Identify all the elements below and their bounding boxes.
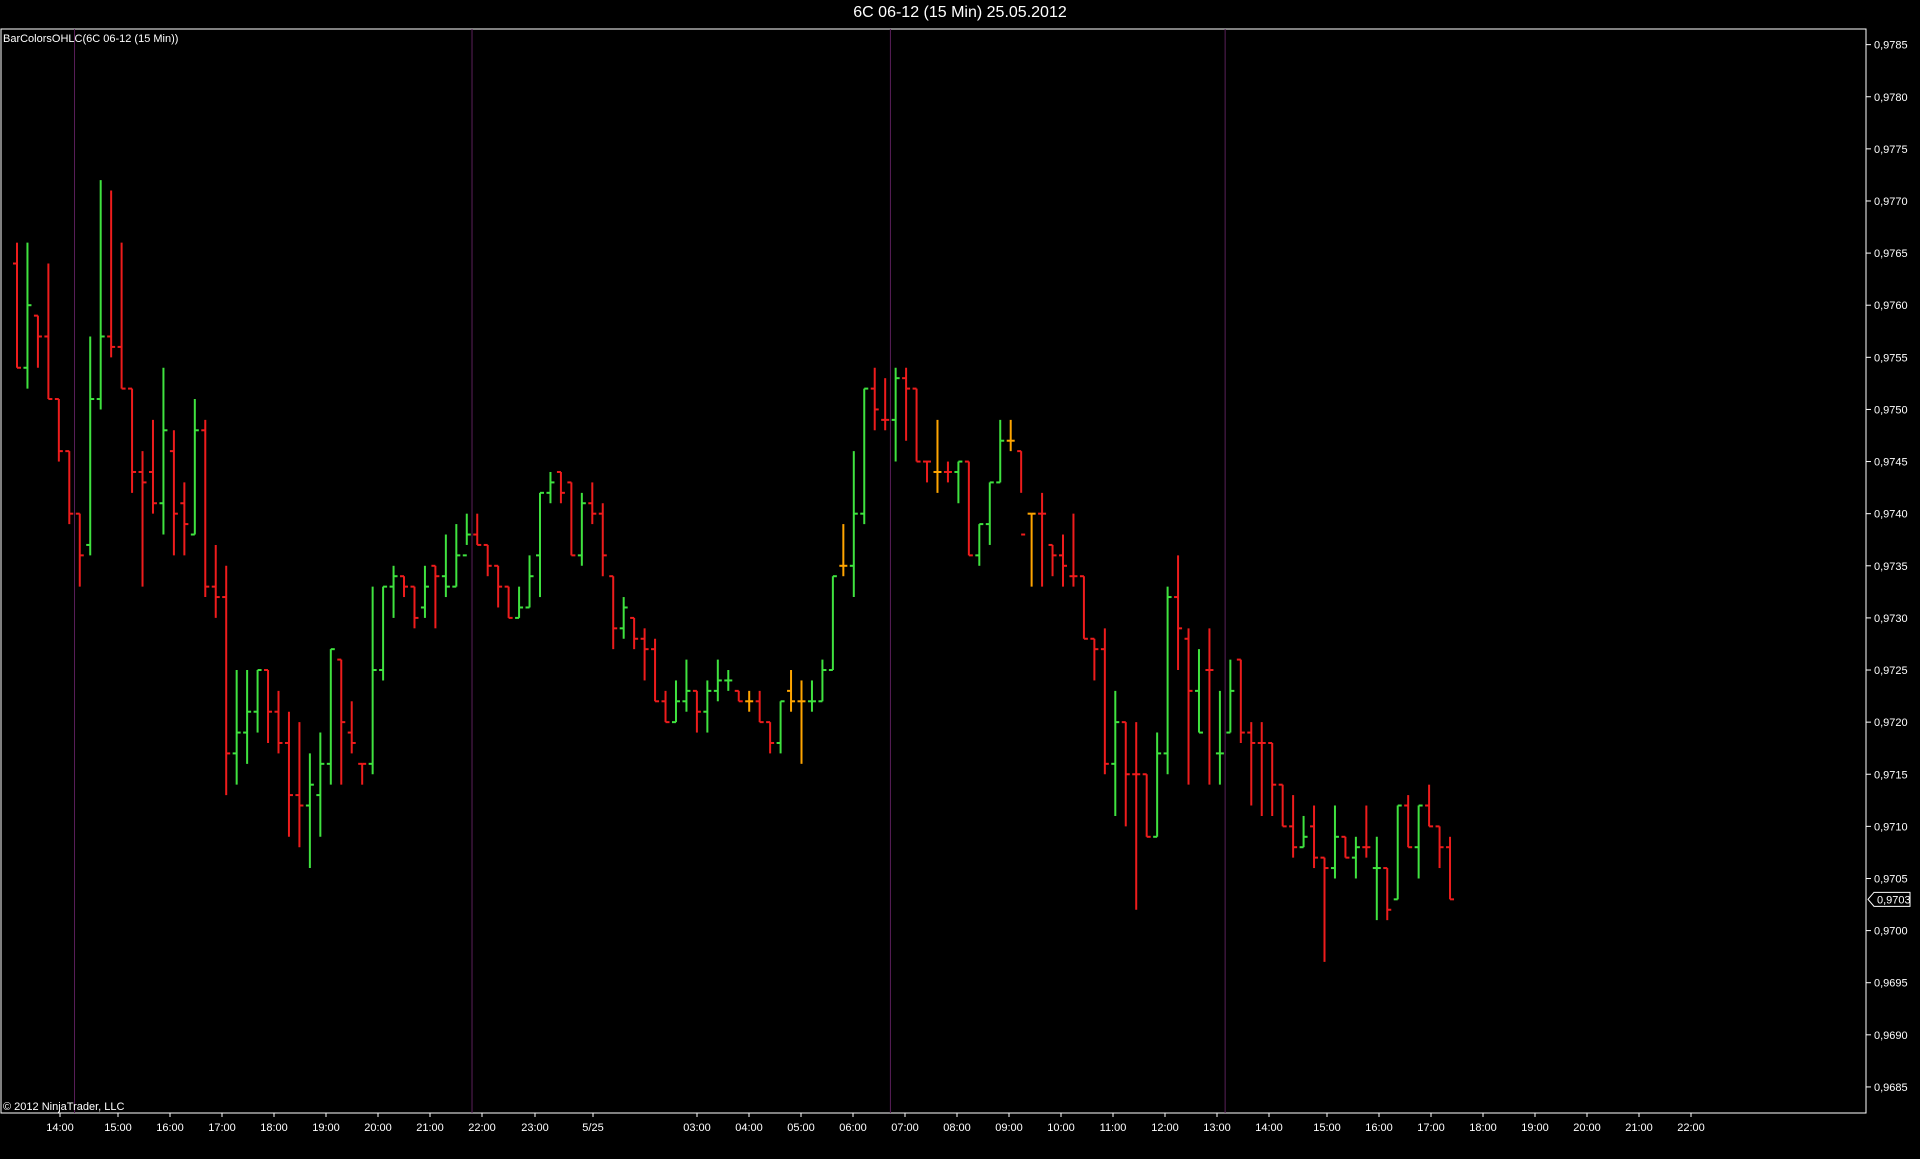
x-tick-label: 03:00 <box>683 1122 711 1134</box>
y-tick-label: 0,9690 <box>1874 1030 1908 1042</box>
x-tick-label: 11:00 <box>1100 1122 1127 1134</box>
x-tick-label: 08:00 <box>943 1122 971 1134</box>
y-tick-label: 0,9740 <box>1874 509 1908 521</box>
y-tick-label: 0,9750 <box>1874 404 1908 416</box>
y-tick-label: 0,9735 <box>1874 561 1908 573</box>
y-tick-label: 0,9700 <box>1874 926 1908 938</box>
indicator-label: BarColorsOHLC(6C 06-12 (15 Min)) <box>3 33 179 45</box>
x-tick-label: 23:00 <box>521 1122 549 1134</box>
y-tick-label: 0,9725 <box>1874 665 1908 677</box>
y-tick-label: 0,9745 <box>1874 457 1908 469</box>
y-tick-label: 0,9775 <box>1874 144 1908 156</box>
x-tick-label: 18:00 <box>1469 1122 1497 1134</box>
x-tick-label: 17:00 <box>208 1122 236 1134</box>
x-tick-label: 22:00 <box>1677 1122 1705 1134</box>
x-tick-label: 20:00 <box>1573 1122 1601 1134</box>
x-tick-label: 09:00 <box>995 1122 1023 1134</box>
y-tick-label: 0,9695 <box>1874 978 1908 990</box>
x-tick-label: 10:00 <box>1047 1122 1075 1134</box>
y-tick-label: 0,9765 <box>1874 248 1908 260</box>
x-tick-label: 21:00 <box>416 1122 444 1134</box>
x-tick-label: 05:00 <box>787 1122 815 1134</box>
x-tick-label: 12:00 <box>1151 1122 1179 1134</box>
x-tick-label: 14:00 <box>1255 1122 1283 1134</box>
ohlc-chart[interactable]: 0,9685 0,9690 0,9695 0,9700 0,9705 0,9710 0,97… <box>0 0 1920 1159</box>
y-tick-label: 0,9710 <box>1874 821 1908 833</box>
y-tick-label: 0,9720 <box>1874 717 1908 729</box>
copyright-notice: © 2012 NinjaTrader, LLC <box>3 1101 125 1113</box>
y-tick-label: 0,9770 <box>1874 196 1908 208</box>
x-tick-label: 19:00 <box>312 1122 340 1134</box>
x-tick-label: 16:00 <box>156 1122 184 1134</box>
y-tick-label: 0,9730 <box>1874 613 1908 625</box>
y-tick-label: 0,9685 <box>1874 1082 1908 1094</box>
x-tick-label: 5/25 <box>582 1122 603 1134</box>
y-tick-label: 0,9785 <box>1874 40 1908 52</box>
y-tick-label: 0,9705 <box>1874 873 1908 885</box>
y-tick-label: 0,9780 <box>1874 92 1908 104</box>
last-price-label: 0,9703 <box>1877 894 1911 906</box>
x-tick-label: 22:00 <box>468 1122 496 1134</box>
x-tick-label: 19:00 <box>1521 1122 1549 1134</box>
x-tick-label: 06:00 <box>839 1122 867 1134</box>
x-tick-label: 04:00 <box>735 1122 763 1134</box>
y-tick-label: 0,9715 <box>1874 769 1908 781</box>
x-tick-label: 20:00 <box>364 1122 392 1134</box>
x-tick-label: 14:00 <box>46 1122 74 1134</box>
x-tick-label: 07:00 <box>891 1122 919 1134</box>
x-tick-label: 15:00 <box>1313 1122 1341 1134</box>
x-tick-label: 18:00 <box>260 1122 288 1134</box>
plot-frame <box>0 28 1867 1114</box>
x-tick-label: 17:00 <box>1417 1122 1445 1134</box>
x-tick-label: 13:00 <box>1203 1122 1231 1134</box>
y-tick-label: 0,9760 <box>1874 300 1908 312</box>
x-tick-label: 21:00 <box>1625 1122 1653 1134</box>
x-tick-label: 15:00 <box>104 1122 132 1134</box>
y-tick-label: 0,9755 <box>1874 352 1908 364</box>
x-tick-label: 16:00 <box>1365 1122 1393 1134</box>
